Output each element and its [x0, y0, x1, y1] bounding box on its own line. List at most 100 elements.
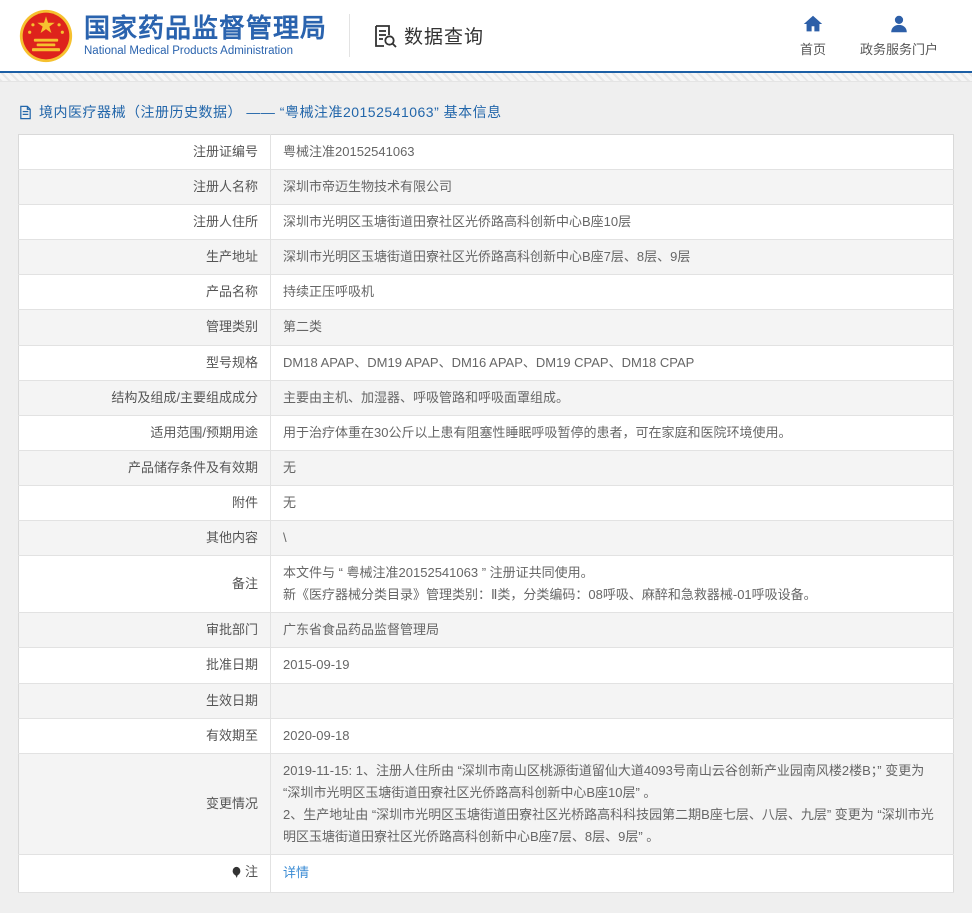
table-row: 注册人住所 深圳市光明区玉塘街道田寮社区光侨路高科创新中心B座10层	[19, 205, 954, 240]
row-value: 持续正压呼吸机	[271, 275, 954, 310]
table-row: 生效日期	[19, 683, 954, 718]
user-icon	[888, 13, 910, 35]
site-header: 国家药品监督管理局 National Medical Products Admi…	[0, 0, 972, 73]
table-row: 注册人名称 深圳市帝迈生物技术有限公司	[19, 170, 954, 205]
table-row: 有效期至 2020-09-18	[19, 718, 954, 753]
org-name-en: National Medical Products Administration	[84, 45, 327, 57]
row-value: 用于治疗体重在30公斤以上患有阻塞性睡眠呼吸暂停的患者，可在家庭和医院环境使用。	[271, 415, 954, 450]
row-label-text: 其他内容	[206, 527, 258, 549]
table-row: 附件 无	[19, 485, 954, 520]
row-label-text: 注册证编号	[193, 141, 258, 163]
row-value	[271, 683, 954, 718]
row-label-text: 附件	[232, 492, 258, 514]
table-row: 备注 本文件与 “ 粤械注准20152541063 ” 注册证共同使用。 新《医…	[19, 556, 954, 613]
row-label: 注册人住所	[19, 205, 271, 240]
national-emblem-logo	[18, 8, 74, 64]
table-row: 管理类别 第二类	[19, 310, 954, 345]
page-title: 境内医疗器械（注册历史数据） —— “粤械注准20152541063” 基本信息	[39, 102, 502, 122]
row-label: 结构及组成/主要组成成分	[19, 380, 271, 415]
table-row: 注 详情	[19, 855, 954, 893]
document-search-icon	[372, 23, 398, 49]
row-label-text: 注	[245, 861, 258, 883]
row-value: 主要由主机、加湿器、呼吸管路和呼吸面罩组成。	[271, 380, 954, 415]
row-label: 生效日期	[19, 683, 271, 718]
row-label-text: 管理类别	[206, 316, 258, 338]
row-label-text: 生效日期	[206, 690, 258, 712]
data-query-section: 数据查询	[372, 22, 484, 49]
main-content: 境内医疗器械（注册历史数据） —— “粤械注准20152541063” 基本信息…	[0, 82, 972, 913]
table-row: 批准日期 2015-09-19	[19, 648, 954, 683]
row-label: 批准日期	[19, 648, 271, 683]
table-row: 审批部门 广东省食品药品监督管理局	[19, 613, 954, 648]
row-label: 备注	[19, 556, 271, 613]
row-label: 生产地址	[19, 240, 271, 275]
table-row: 产品名称 持续正压呼吸机	[19, 275, 954, 310]
row-value: \	[271, 521, 954, 556]
table-row: 注册证编号 粤械注准20152541063	[19, 135, 954, 170]
table-row: 变更情况 2019-11-15: 1、注册人住所由 “深圳市南山区桃源街道留仙大…	[19, 753, 954, 854]
device-info-table: 注册证编号 粤械注准20152541063 注册人名称 深圳市帝迈生物技术有限公…	[18, 134, 954, 893]
org-name-cn: 国家药品监督管理局	[84, 14, 327, 43]
row-label: 适用范围/预期用途	[19, 415, 271, 450]
row-value: 2019-11-15: 1、注册人住所由 “深圳市南山区桃源街道留仙大道4093…	[271, 753, 954, 854]
row-label: 有效期至	[19, 718, 271, 753]
nav-item-gov-portal[interactable]: 政务服务门户	[860, 13, 938, 58]
row-label-text: 批准日期	[206, 654, 258, 676]
row-value: 粤械注准20152541063	[271, 135, 954, 170]
table-row: 适用范围/预期用途 用于治疗体重在30公斤以上患有阻塞性睡眠呼吸暂停的患者，可在…	[19, 415, 954, 450]
row-label-text: 变更情况	[206, 793, 258, 815]
header-nav: 首页 政务服务门户	[800, 13, 938, 58]
row-label-text: 有效期至	[206, 725, 258, 747]
document-icon	[18, 105, 33, 120]
row-value: 无	[271, 485, 954, 520]
row-label: 产品储存条件及有效期	[19, 450, 271, 485]
row-label-text: 审批部门	[206, 619, 258, 641]
row-value: 深圳市帝迈生物技术有限公司	[271, 170, 954, 205]
header-hatch-divider	[0, 73, 972, 82]
row-value: 广东省食品药品监督管理局	[271, 613, 954, 648]
row-value: 本文件与 “ 粤械注准20152541063 ” 注册证共同使用。 新《医疗器械…	[271, 556, 954, 613]
row-label: 变更情况	[19, 753, 271, 854]
row-value: 深圳市光明区玉塘街道田寮社区光侨路高科创新中心B座7层、8层、9层	[271, 240, 954, 275]
row-value: 第二类	[271, 310, 954, 345]
row-value: 深圳市光明区玉塘街道田寮社区光侨路高科创新中心B座10层	[271, 205, 954, 240]
org-title-block: 国家药品监督管理局 National Medical Products Admi…	[84, 14, 350, 58]
row-label: 注册证编号	[19, 135, 271, 170]
detail-link[interactable]: 详情	[283, 865, 309, 880]
table-row: 生产地址 深圳市光明区玉塘街道田寮社区光侨路高科创新中心B座7层、8层、9层	[19, 240, 954, 275]
row-value: 详情	[271, 855, 954, 893]
table-row: 其他内容 \	[19, 521, 954, 556]
row-label-text: 适用范围/预期用途	[150, 422, 258, 444]
table-row: 型号规格 DM18 APAP、DM19 APAP、DM16 APAP、DM19 …	[19, 345, 954, 380]
row-value: 无	[271, 450, 954, 485]
row-value: 2015-09-19	[271, 648, 954, 683]
home-icon	[802, 13, 824, 35]
row-label-text: 备注	[232, 573, 258, 595]
page: { "header": { "org_name_cn": "国家药品监督管理局"…	[0, 0, 972, 913]
row-label-text: 注册人住所	[193, 211, 258, 233]
row-label-text: 结构及组成/主要组成成分	[111, 387, 258, 409]
row-value: 2020-09-18	[271, 718, 954, 753]
row-label: 附件	[19, 485, 271, 520]
section-title: 数据查询	[404, 22, 484, 49]
note-icon	[231, 866, 242, 879]
row-value: DM18 APAP、DM19 APAP、DM16 APAP、DM19 CPAP、…	[271, 345, 954, 380]
row-label: 管理类别	[19, 310, 271, 345]
row-label: 审批部门	[19, 613, 271, 648]
page-title-bar: 境内医疗器械（注册历史数据） —— “粤械注准20152541063” 基本信息	[18, 96, 954, 134]
table-body: 注册证编号 粤械注准20152541063 注册人名称 深圳市帝迈生物技术有限公…	[19, 135, 954, 893]
row-label: 型号规格	[19, 345, 271, 380]
row-label: 其他内容	[19, 521, 271, 556]
row-label-text: 生产地址	[206, 246, 258, 268]
nav-item-home[interactable]: 首页	[800, 13, 826, 58]
row-label-text: 型号规格	[206, 352, 258, 374]
row-label: 产品名称	[19, 275, 271, 310]
nav-label-gov-portal: 政务服务门户	[860, 39, 938, 58]
row-label-text: 产品储存条件及有效期	[128, 457, 258, 479]
row-label: 注	[19, 855, 271, 893]
row-label-text: 产品名称	[206, 281, 258, 303]
row-label: 注册人名称	[19, 170, 271, 205]
row-label-text: 注册人名称	[193, 176, 258, 198]
table-row: 产品储存条件及有效期 无	[19, 450, 954, 485]
table-row: 结构及组成/主要组成成分 主要由主机、加湿器、呼吸管路和呼吸面罩组成。	[19, 380, 954, 415]
